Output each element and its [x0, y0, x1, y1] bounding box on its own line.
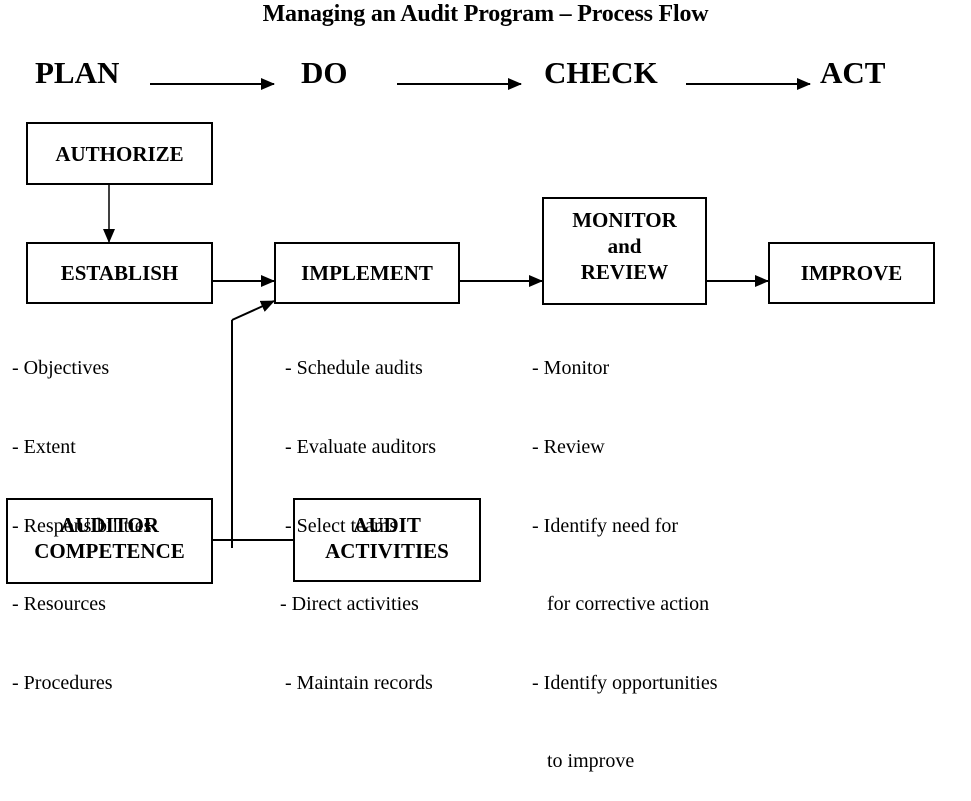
list-item: - Schedule audits [280, 357, 423, 380]
monitor-review-list: - Monitor - Review - Identify need for f… [532, 303, 718, 801]
list-item: - Monitor [532, 357, 610, 380]
box-implement-label: IMPLEMENT [301, 261, 433, 285]
arrow-riser-to-implement [231, 300, 275, 321]
establish-list: - Objectives - Extent - Responsibilities… [12, 303, 151, 722]
list-item: - Resources [12, 593, 106, 616]
list-item: for corrective action [532, 593, 710, 616]
list-item: - Direct activities [280, 593, 419, 616]
list-item: to improve [532, 750, 635, 773]
box-monitor-review-line-2: and [607, 234, 642, 258]
list-item: - Responsibilities [12, 514, 152, 537]
list-item: - Identify opportunities [532, 671, 718, 694]
list-item: - Extent [12, 436, 76, 459]
implement-list: - Schedule audits - Evaluate auditors - … [280, 303, 436, 722]
list-item: - Select teams [280, 514, 398, 537]
list-item: - Review [532, 436, 605, 459]
list-item: - Procedures [12, 671, 113, 694]
list-item: - Identify need for [532, 514, 679, 537]
box-establish-label: ESTABLISH [60, 261, 179, 285]
box-monitor-review: MONITOR and REVIEW [542, 197, 707, 305]
box-authorize: AUTHORIZE [26, 122, 213, 185]
list-item: - Maintain records [280, 671, 433, 694]
list-item: - Evaluate auditors [280, 436, 437, 459]
box-monitor-review-line-1: MONITOR [572, 208, 677, 232]
box-improve: IMPROVE [768, 242, 935, 304]
box-implement: IMPLEMENT [274, 242, 460, 304]
box-authorize-label: AUTHORIZE [55, 141, 184, 166]
list-item: - Objectives [12, 357, 110, 380]
box-improve-label: IMPROVE [800, 261, 903, 285]
box-establish: ESTABLISH [26, 242, 213, 304]
box-monitor-review-line-3: REVIEW [580, 260, 669, 284]
